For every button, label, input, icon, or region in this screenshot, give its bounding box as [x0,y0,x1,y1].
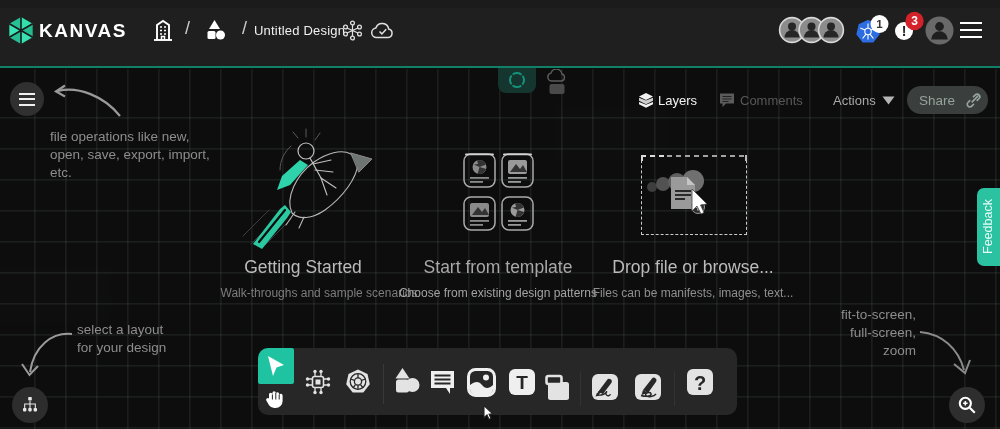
svg-text:!: ! [902,23,907,39]
svg-text:3: 3 [911,14,918,28]
svg-text:1: 1 [876,18,883,30]
svg-text:T: T [516,372,528,393]
svg-text:?: ? [694,372,706,394]
